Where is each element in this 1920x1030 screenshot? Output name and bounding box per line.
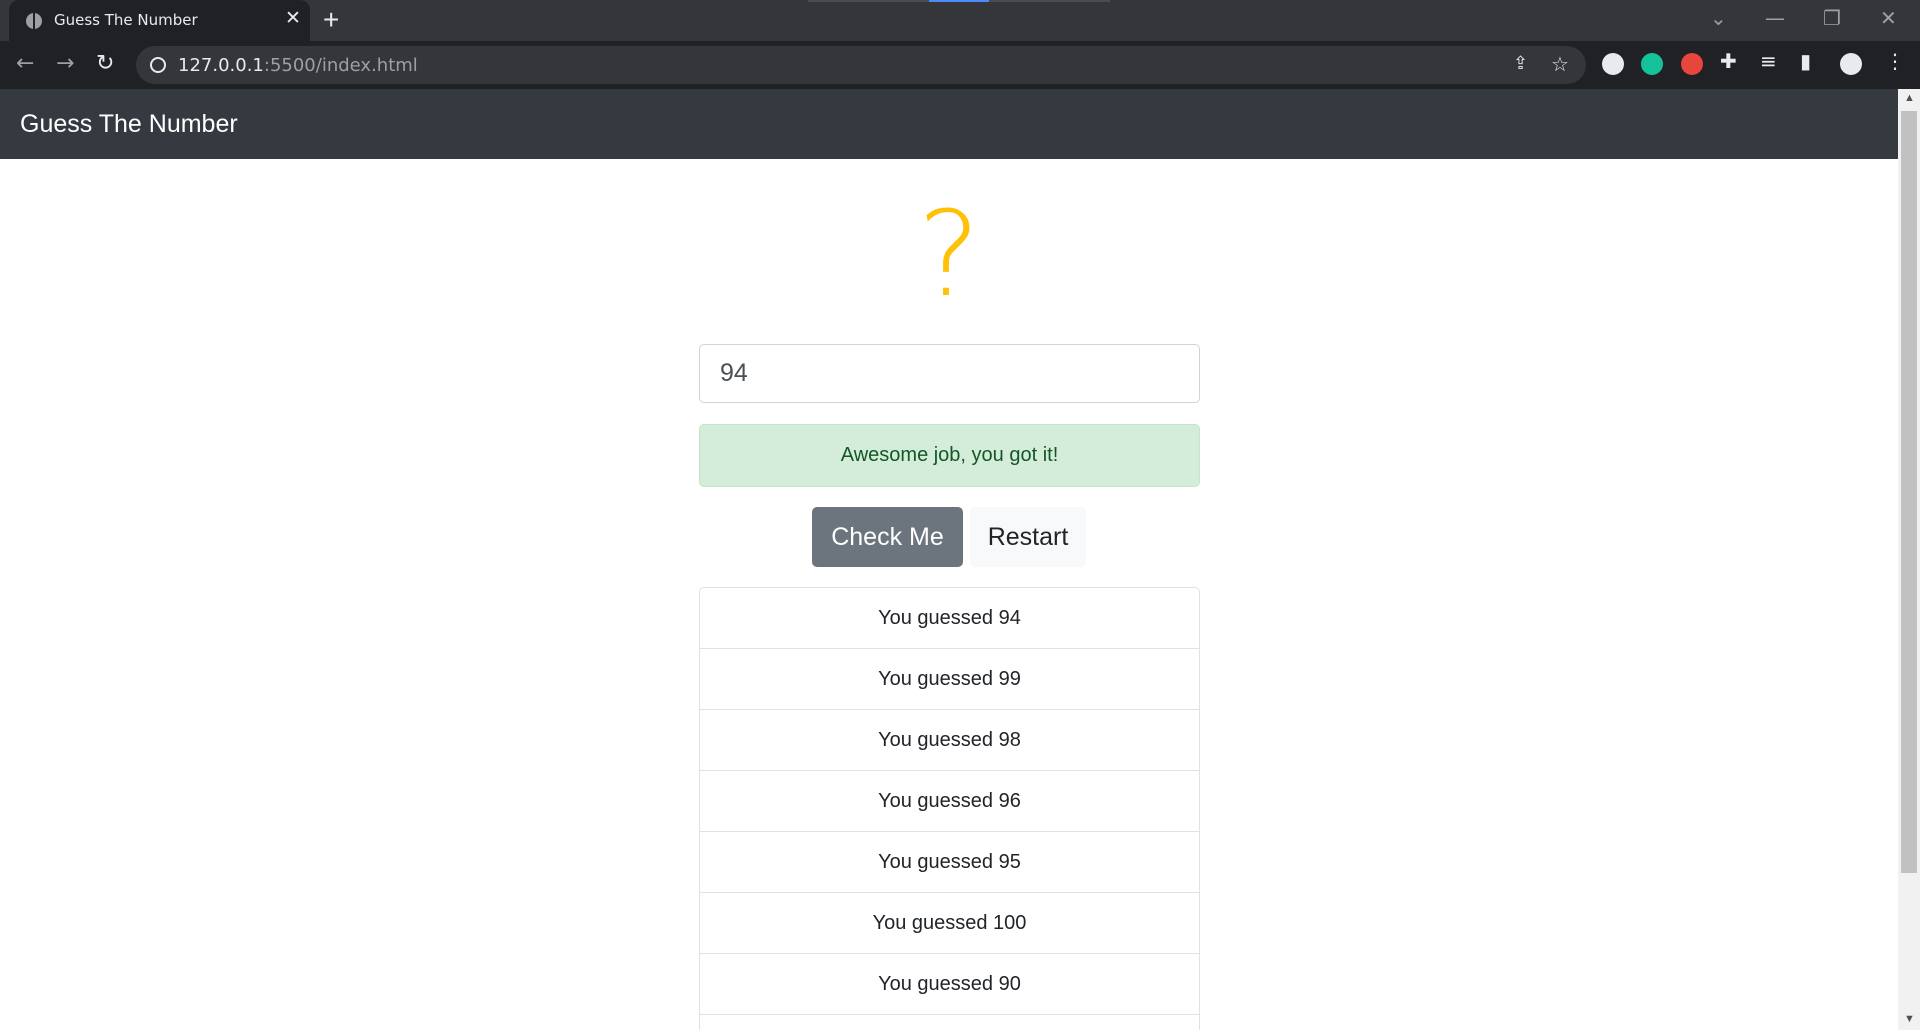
profile-avatar[interactable] bbox=[1840, 53, 1862, 75]
window-close-button[interactable]: ✕ bbox=[1880, 6, 1897, 30]
tab-search-icon[interactable]: ⌄ bbox=[1710, 6, 1727, 30]
result-alert: Awesome job, you got it! bbox=[699, 424, 1200, 487]
scrollbar-thumb[interactable] bbox=[1901, 111, 1917, 873]
browser-tab[interactable]: Guess The Number ✕ bbox=[9, 0, 310, 41]
extensions-puzzle-icon[interactable]: ✚ bbox=[1720, 49, 1737, 73]
extension-icon-3[interactable] bbox=[1681, 53, 1703, 75]
url-path: :5500/index.html bbox=[263, 55, 418, 76]
guess-input[interactable] bbox=[699, 344, 1200, 403]
guess-list-item: You guessed 99 bbox=[700, 649, 1199, 710]
grammarly-icon[interactable] bbox=[1641, 53, 1663, 75]
side-panel-icon[interactable]: ▮ bbox=[1800, 49, 1811, 73]
site-info-icon[interactable] bbox=[150, 57, 166, 73]
scroll-down-arrow-icon[interactable]: ▼ bbox=[1904, 1013, 1915, 1025]
forward-arrow-icon[interactable]: → bbox=[56, 51, 74, 76]
restore-button[interactable]: ❐ bbox=[1823, 6, 1841, 30]
menu-dots-icon[interactable]: ⋮ bbox=[1885, 49, 1905, 73]
tab-strip-highlight bbox=[929, 0, 989, 2]
url-text: 127.0.0.1:5500/index.html bbox=[178, 55, 418, 76]
guess-history-list: You guessed 94 You guessed 99 You guesse… bbox=[699, 587, 1200, 1030]
share-icon[interactable]: ⇪ bbox=[1513, 53, 1528, 74]
extension-icon-1[interactable] bbox=[1602, 53, 1624, 75]
guess-list-item: You guessed 98 bbox=[700, 710, 1199, 771]
new-tab-button[interactable]: + bbox=[323, 5, 339, 35]
tab-close-icon[interactable]: ✕ bbox=[285, 9, 301, 29]
page-viewport: Guess The Number ? Awesome job, you got … bbox=[0, 89, 1920, 1030]
globe-icon bbox=[26, 13, 42, 29]
navbar-brand[interactable]: Guess The Number bbox=[20, 110, 238, 139]
guess-list-item: You guessed 94 bbox=[700, 588, 1199, 649]
url-host: 127.0.0.1 bbox=[178, 55, 264, 76]
guess-list-item bbox=[700, 1015, 1199, 1030]
guess-list-item: You guessed 100 bbox=[700, 893, 1199, 954]
site-navbar: Guess The Number bbox=[0, 89, 1898, 159]
vertical-scrollbar[interactable]: ▲ ▼ bbox=[1898, 89, 1920, 1030]
back-arrow-icon[interactable]: ← bbox=[16, 51, 34, 76]
guess-list-item: You guessed 96 bbox=[700, 771, 1199, 832]
tab-title: Guess The Number bbox=[54, 11, 198, 29]
reading-list-icon[interactable]: ≡ bbox=[1760, 49, 1777, 73]
browser-toolbar: ← → ↻ 127.0.0.1:5500/index.html ⇪ ☆ ✚ ≡ … bbox=[0, 41, 1920, 89]
check-me-button[interactable]: Check Me bbox=[812, 507, 963, 567]
address-bar[interactable]: 127.0.0.1:5500/index.html ⇪ ☆ bbox=[136, 46, 1586, 84]
reload-icon[interactable]: ↻ bbox=[96, 51, 114, 76]
guess-list-item: You guessed 90 bbox=[700, 954, 1199, 1015]
guess-list-item: You guessed 95 bbox=[700, 832, 1199, 893]
button-row: Check Me Restart bbox=[699, 507, 1200, 567]
bookmark-star-icon[interactable]: ☆ bbox=[1551, 52, 1569, 77]
minimize-button[interactable]: — bbox=[1765, 6, 1785, 30]
mystery-number-placeholder: ? bbox=[917, 185, 981, 323]
scroll-up-arrow-icon[interactable]: ▲ bbox=[1904, 92, 1915, 104]
browser-tab-bar: Guess The Number ✕ + ⌄ — ❐ ✕ bbox=[0, 0, 1920, 41]
restart-button[interactable]: Restart bbox=[970, 507, 1086, 567]
